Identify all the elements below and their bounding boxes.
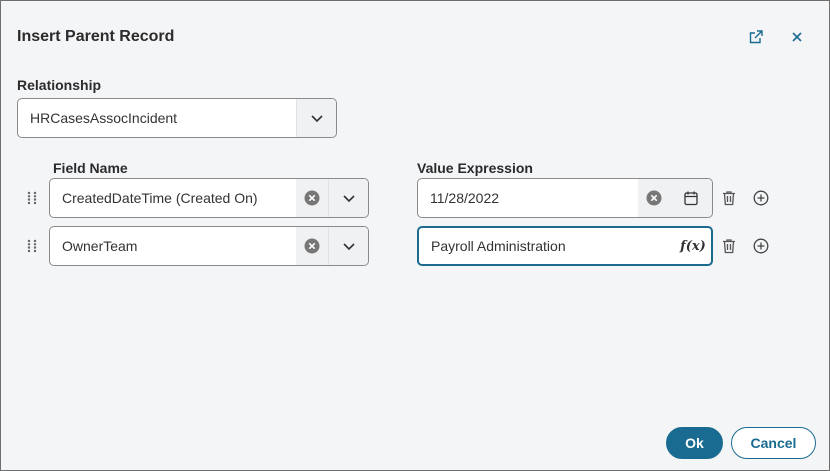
- delete-icon[interactable]: [719, 188, 739, 208]
- value-expression-value: Payroll Administration: [431, 238, 566, 254]
- field-name-select[interactable]: OwnerTeam: [49, 226, 369, 266]
- calendar-icon[interactable]: [670, 179, 712, 217]
- field-name-select[interactable]: CreatedDateTime (Created On): [49, 178, 369, 218]
- add-row-icon[interactable]: [751, 236, 771, 256]
- relationship-value: HRCasesAssocIncident: [30, 110, 178, 126]
- value-expression-input[interactable]: Payroll Administration f(x): [417, 226, 713, 266]
- drag-handle-icon[interactable]: [26, 191, 38, 205]
- relationship-select[interactable]: HRCasesAssocIncident: [17, 98, 337, 138]
- drag-handle-icon[interactable]: [26, 239, 38, 253]
- value-expression-input[interactable]: 11/28/2022: [417, 178, 713, 218]
- close-icon[interactable]: [787, 27, 807, 47]
- function-icon[interactable]: f(x): [675, 228, 711, 264]
- add-row-icon[interactable]: [751, 188, 771, 208]
- external-link-icon[interactable]: [746, 27, 766, 47]
- clear-icon[interactable]: [638, 179, 670, 217]
- clear-icon[interactable]: [296, 227, 328, 265]
- value-expression-header: Value Expression: [417, 160, 533, 176]
- chevron-down-icon[interactable]: [328, 179, 368, 217]
- dialog-title: Insert Parent Record: [17, 28, 175, 45]
- value-expression-value: 11/28/2022: [430, 190, 500, 206]
- cancel-button[interactable]: Cancel: [731, 427, 816, 459]
- ok-button[interactable]: Ok: [666, 427, 723, 459]
- field-name-value: OwnerTeam: [62, 238, 138, 254]
- chevron-down-icon[interactable]: [296, 99, 336, 137]
- clear-icon[interactable]: [296, 179, 328, 217]
- insert-parent-record-dialog: Insert Parent Record Relationship HRCase…: [0, 0, 830, 471]
- relationship-label: Relationship: [17, 77, 102, 93]
- field-name-header: Field Name: [53, 160, 128, 176]
- chevron-down-icon[interactable]: [328, 227, 368, 265]
- field-name-value: CreatedDateTime (Created On): [62, 190, 258, 206]
- delete-icon[interactable]: [719, 236, 739, 256]
